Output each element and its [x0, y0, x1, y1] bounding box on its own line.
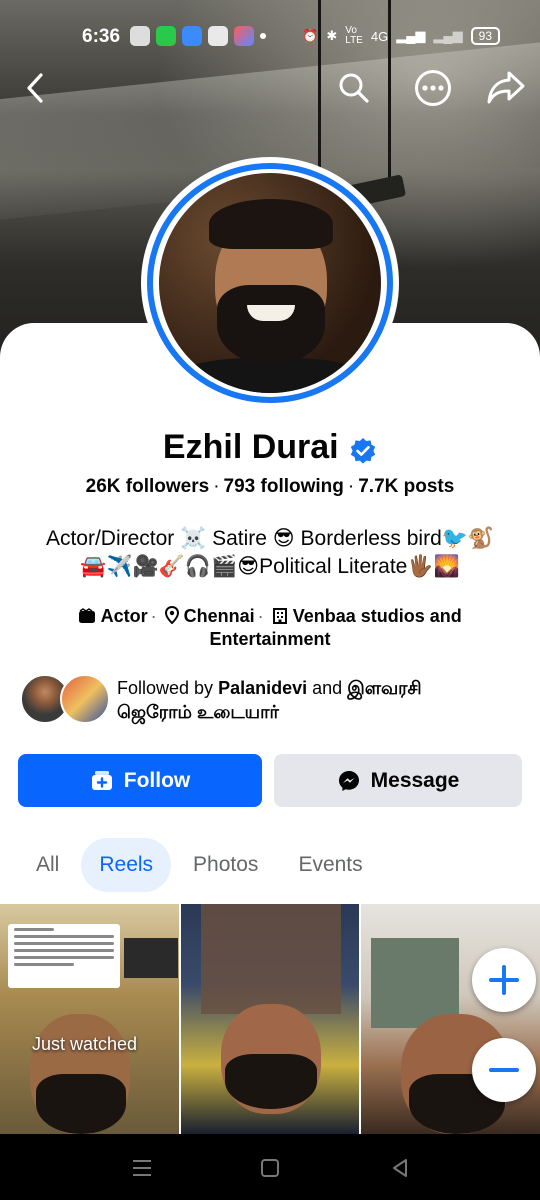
profile-location[interactable]: Chennai [184, 606, 255, 626]
reels-grid [0, 904, 540, 1134]
status-right: ⏰ ✱ Vo LTE 4G ▂▄▆ ▂▄▆ 93 [302, 26, 500, 46]
minus-icon [489, 1068, 519, 1072]
bio-line: Actor/Director ☠️ Satire 😎 Borderless bi… [45, 527, 495, 550]
profile-stats: 26K followers · 793 following · 7.7K posts [85, 476, 455, 497]
zoom-out-button[interactable] [472, 1038, 536, 1102]
posts-count: 7.7K posts [358, 476, 455, 497]
profile-name-row: Ezhil Durai [0, 428, 540, 470]
news-app-icon [130, 26, 150, 46]
more-options-button[interactable] [411, 66, 455, 110]
follow-icon [91, 770, 112, 790]
app-icon [234, 26, 254, 46]
more-notifications-dot [260, 33, 266, 39]
home-icon [261, 1159, 279, 1177]
inset-photo [124, 938, 178, 978]
mutual-avatar [60, 674, 110, 724]
battery-indicator: 93 [470, 27, 500, 45]
share-button[interactable] [484, 66, 528, 110]
category-icon [78, 606, 100, 626]
story-ring [147, 163, 393, 403]
tab-photos[interactable]: Photos [175, 838, 276, 892]
profile-category: Actor [100, 606, 148, 626]
tweet-screenshot [8, 924, 120, 988]
share-icon [487, 71, 525, 104]
youtube-icon [208, 26, 228, 46]
system-back-button[interactable] [386, 1154, 414, 1182]
tab-all[interactable]: All [18, 838, 77, 892]
verified-badge-icon[interactable] [349, 437, 377, 470]
profile-work-cont[interactable]: Entertainment [20, 628, 520, 651]
bio-line: 🚘✈️🎥🎸🎧🎬😎Political Literate🖐🏾🌄 [80, 555, 460, 578]
zoom-in-button[interactable] [472, 948, 536, 1012]
home-button[interactable] [256, 1154, 284, 1182]
mutual-followers[interactable]: Followed by Palanidevi and இளவரசி ஜெரோம்… [20, 674, 520, 728]
just-watched-label: Just watched [32, 1034, 138, 1054]
profile-tabs: All Reels Photos Events [18, 838, 385, 892]
system-navigation-bar [0, 1134, 540, 1200]
profile-bio: Actor/Director ☠️ Satire 😎 Borderless bi… [20, 525, 520, 581]
message-button[interactable]: Message [274, 754, 522, 807]
location-icon [164, 605, 184, 626]
follow-label: Follow [123, 768, 191, 792]
tab-reels[interactable]: Reels [81, 838, 172, 892]
status-time: 6:36 [82, 26, 121, 47]
mutual-name: இளவரசி [347, 678, 422, 698]
following-count[interactable]: 793 following [224, 476, 344, 497]
profile-picture[interactable] [141, 157, 399, 409]
reel-thumbnail[interactable] [0, 904, 179, 1134]
profile-work[interactable]: Venbaa studios and [293, 606, 462, 626]
followers-count[interactable]: 26K followers [86, 476, 210, 497]
follow-button[interactable]: Follow [18, 754, 262, 807]
browser-icon [182, 26, 202, 46]
messenger-icon [338, 770, 359, 791]
mutual-name: Palanidevi [218, 678, 308, 698]
alarm-icon: ⏰ [302, 28, 319, 43]
reel-thumbnail[interactable] [180, 904, 360, 1134]
inset-photo [200, 904, 341, 1014]
wechat-icon [156, 26, 176, 46]
more-icon [415, 70, 451, 106]
notification-icons [130, 26, 266, 46]
status-bar: 6:36 ⏰ ✱ Vo LTE 4G ▂▄▆ ▂▄▆ 93 [0, 20, 540, 54]
network-type: 4G [370, 28, 389, 44]
back-button[interactable] [14, 66, 58, 110]
profile-name: Ezhil Durai [162, 428, 339, 466]
back-triangle-icon [393, 1159, 407, 1177]
work-icon [272, 606, 293, 626]
back-arrow-icon [27, 73, 43, 103]
tab-events[interactable]: Events [280, 838, 380, 892]
bluetooth-icon: ✱ [326, 28, 338, 43]
signal-icon-2: ▂▄▆ [433, 28, 463, 43]
avatar [159, 173, 381, 393]
signal-icon: ▂▄▆ [396, 28, 426, 43]
recent-apps-button[interactable] [128, 1154, 156, 1182]
menu-icon [133, 1160, 151, 1176]
mutual-name: ஜெரோம் உடையார் [117, 702, 279, 722]
top-navigation [0, 62, 540, 118]
profile-details: Actor · Chennai · Venbaa studios and Enter… [20, 605, 520, 651]
mutual-followers-text: Followed by Palanidevi and இளவரசி ஜெரோம்… [117, 678, 422, 722]
search-icon [339, 73, 369, 103]
plus-icon [489, 965, 519, 995]
search-button[interactable] [332, 66, 376, 110]
volte-icon: Vo LTE [345, 25, 363, 46]
message-label: Message [370, 768, 460, 792]
